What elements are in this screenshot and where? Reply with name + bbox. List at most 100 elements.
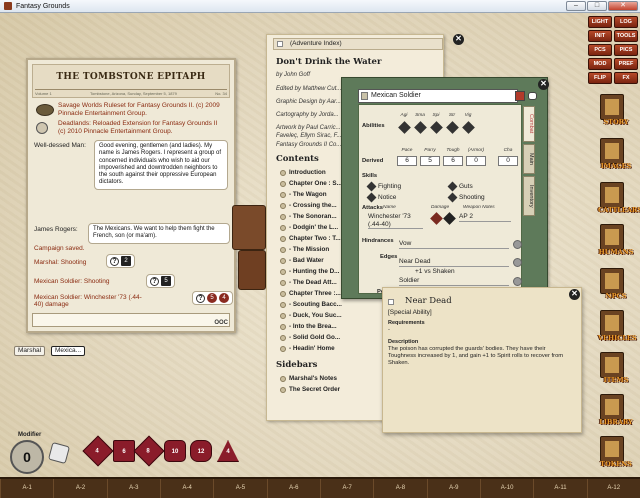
- chat-messages[interactable]: Savage Worlds Ruleset for Fantasy Ground…: [32, 102, 233, 310]
- pace-value[interactable]: 6: [397, 156, 417, 166]
- library-images[interactable]: IMAGES: [598, 136, 634, 170]
- ability-name: Sma: [415, 113, 425, 118]
- mod-button[interactable]: MOD: [588, 58, 612, 70]
- weapon-notes[interactable]: AP 2: [459, 213, 511, 222]
- pcs-button[interactable]: PCS: [588, 44, 612, 56]
- damage-die-icon[interactable]: [430, 212, 443, 225]
- ooc-toggle[interactable]: OOC: [214, 320, 228, 326]
- skill-entry[interactable]: Fighting: [366, 181, 401, 192]
- die-icon[interactable]: [398, 121, 411, 134]
- toc-link[interactable]: Chapter Two : T...: [280, 235, 341, 242]
- armor-value[interactable]: 0: [466, 156, 486, 166]
- library-cattlears[interactable]: CATTLEARS: [598, 180, 640, 214]
- library-humans[interactable]: HUMANS: [598, 222, 634, 256]
- toc-link[interactable]: - Duck, You Suc...: [280, 312, 342, 319]
- library-npcs[interactable]: NPCS: [598, 266, 634, 300]
- damage-die-icon[interactable]: [443, 212, 456, 225]
- toc-link[interactable]: - Solid Gold Go...: [280, 334, 340, 341]
- derived-name: Tough: [446, 148, 460, 153]
- toc-link[interactable]: - Dodgin' the L...: [280, 224, 338, 231]
- ability-detail-window: ✕ Near Dead [Special Ability] Requiremen…: [382, 287, 582, 433]
- light-button[interactable]: LIGHT: [588, 16, 612, 28]
- toc-link[interactable]: Chapter Three :...: [280, 290, 341, 297]
- sidebar-link[interactable]: Marshal's Notes: [280, 375, 337, 382]
- toughness-value[interactable]: 6: [443, 156, 463, 166]
- library-story[interactable]: STORY: [598, 92, 634, 126]
- checkbox-icon[interactable]: [277, 41, 283, 47]
- maximize-button[interactable]: □: [587, 1, 607, 11]
- die-icon[interactable]: [414, 121, 427, 134]
- toc-link[interactable]: - Bad Water: [280, 257, 324, 264]
- d6-die[interactable]: 6: [113, 440, 135, 462]
- wood-sign-decoration: [232, 205, 266, 250]
- log-button[interactable]: LOG: [614, 16, 638, 28]
- library-library[interactable]: LIBRARY: [598, 392, 634, 426]
- credit-line: by John Goff: [276, 72, 311, 78]
- sidebar-link[interactable]: The Secret Order: [280, 386, 340, 393]
- toc-link[interactable]: - The Mission: [280, 246, 329, 253]
- parry-value[interactable]: 5: [420, 156, 440, 166]
- toc-link[interactable]: - The Sonoran...: [280, 213, 337, 220]
- edge-entry[interactable]: Soldier: [399, 277, 509, 286]
- identity-marshal[interactable]: Marshal: [14, 346, 46, 356]
- toc-link[interactable]: - The Wagon: [280, 191, 327, 198]
- tab-combat[interactable]: Combat: [523, 106, 535, 142]
- d12-die[interactable]: 12: [190, 440, 212, 462]
- identity-mexican-soldier[interactable]: Mexica...: [51, 346, 86, 356]
- fx-button[interactable]: FX: [614, 72, 638, 84]
- attack-col-name: Name: [383, 205, 396, 210]
- die-result: 4: [219, 293, 229, 303]
- die-icon[interactable]: [462, 121, 475, 134]
- close-icon[interactable]: ✕: [569, 289, 580, 300]
- library-tokens[interactable]: TOKENS: [598, 434, 634, 468]
- close-icon[interactable]: ✕: [453, 34, 464, 45]
- checkbox-icon[interactable]: [388, 299, 394, 305]
- edge-entry[interactable]: Near Dead: [399, 258, 509, 267]
- close-icon[interactable]: ✕: [538, 79, 549, 90]
- skill-entry[interactable]: Shooting: [447, 192, 485, 203]
- grid-label: A-9: [426, 479, 480, 498]
- flip-button[interactable]: FLIP: [588, 72, 612, 84]
- toc-link[interactable]: - Scouting Bacc...: [280, 301, 342, 308]
- close-button[interactable]: ✕: [608, 1, 638, 11]
- die-icon[interactable]: [446, 121, 459, 134]
- pics-button[interactable]: PICS: [614, 44, 638, 56]
- speaker-name: James Rogers:: [34, 226, 78, 233]
- chat-entry-input[interactable]: [32, 313, 230, 327]
- die-icon[interactable]: [430, 121, 443, 134]
- credit-line: Artwork by Paul Carric...: [276, 125, 341, 131]
- skill-entry[interactable]: Guts: [447, 181, 473, 192]
- tab-main[interactable]: Main: [523, 144, 535, 174]
- attack-col-damage: Damage: [431, 205, 450, 210]
- weapon-name[interactable]: Winchester '73 (.44-40): [368, 213, 423, 229]
- info-icon[interactable]: [513, 258, 522, 267]
- skill-entry[interactable]: Notice: [366, 192, 396, 203]
- pref-button[interactable]: PREF: [614, 58, 638, 70]
- character-sheet-window: ✕ Mexican Soldier Combat Main Inventory …: [341, 77, 549, 299]
- hindrance-entry[interactable]: Vow: [399, 240, 509, 249]
- library-vehicles[interactable]: VEHICLES: [598, 308, 637, 342]
- d10-die[interactable]: 10: [164, 440, 186, 462]
- library-items[interactable]: ITEMS: [598, 350, 634, 384]
- minimize-button[interactable]: –: [566, 1, 586, 11]
- toc-link[interactable]: - Hunting the D...: [280, 268, 339, 275]
- toc-link[interactable]: - Headin' Home: [280, 345, 335, 352]
- requirements-text: -: [388, 327, 390, 333]
- toc-link[interactable]: - The Dead Att...: [280, 279, 337, 286]
- derived-name: Parry: [424, 148, 436, 153]
- tools-button[interactable]: TOOLS: [614, 30, 638, 42]
- modifier-dial[interactable]: 0: [10, 440, 44, 474]
- tab-inventory[interactable]: Inventory: [523, 176, 535, 216]
- charisma-value[interactable]: 0: [498, 156, 518, 166]
- token-icon[interactable]: [515, 91, 525, 101]
- toc-link[interactable]: - Crossing the...: [280, 202, 337, 209]
- info-icon[interactable]: [513, 240, 522, 249]
- toc-link[interactable]: Chapter One : S...: [280, 180, 342, 187]
- speech-icon[interactable]: [528, 92, 537, 100]
- init-button[interactable]: INIT: [588, 30, 612, 42]
- ability-name: Vig: [464, 113, 472, 118]
- toc-link[interactable]: - Into the Brea...: [280, 323, 337, 330]
- info-icon[interactable]: [513, 277, 522, 286]
- npc-name-field[interactable]: Mexican Soldier: [358, 89, 518, 103]
- toc-link[interactable]: Introduction: [280, 169, 326, 176]
